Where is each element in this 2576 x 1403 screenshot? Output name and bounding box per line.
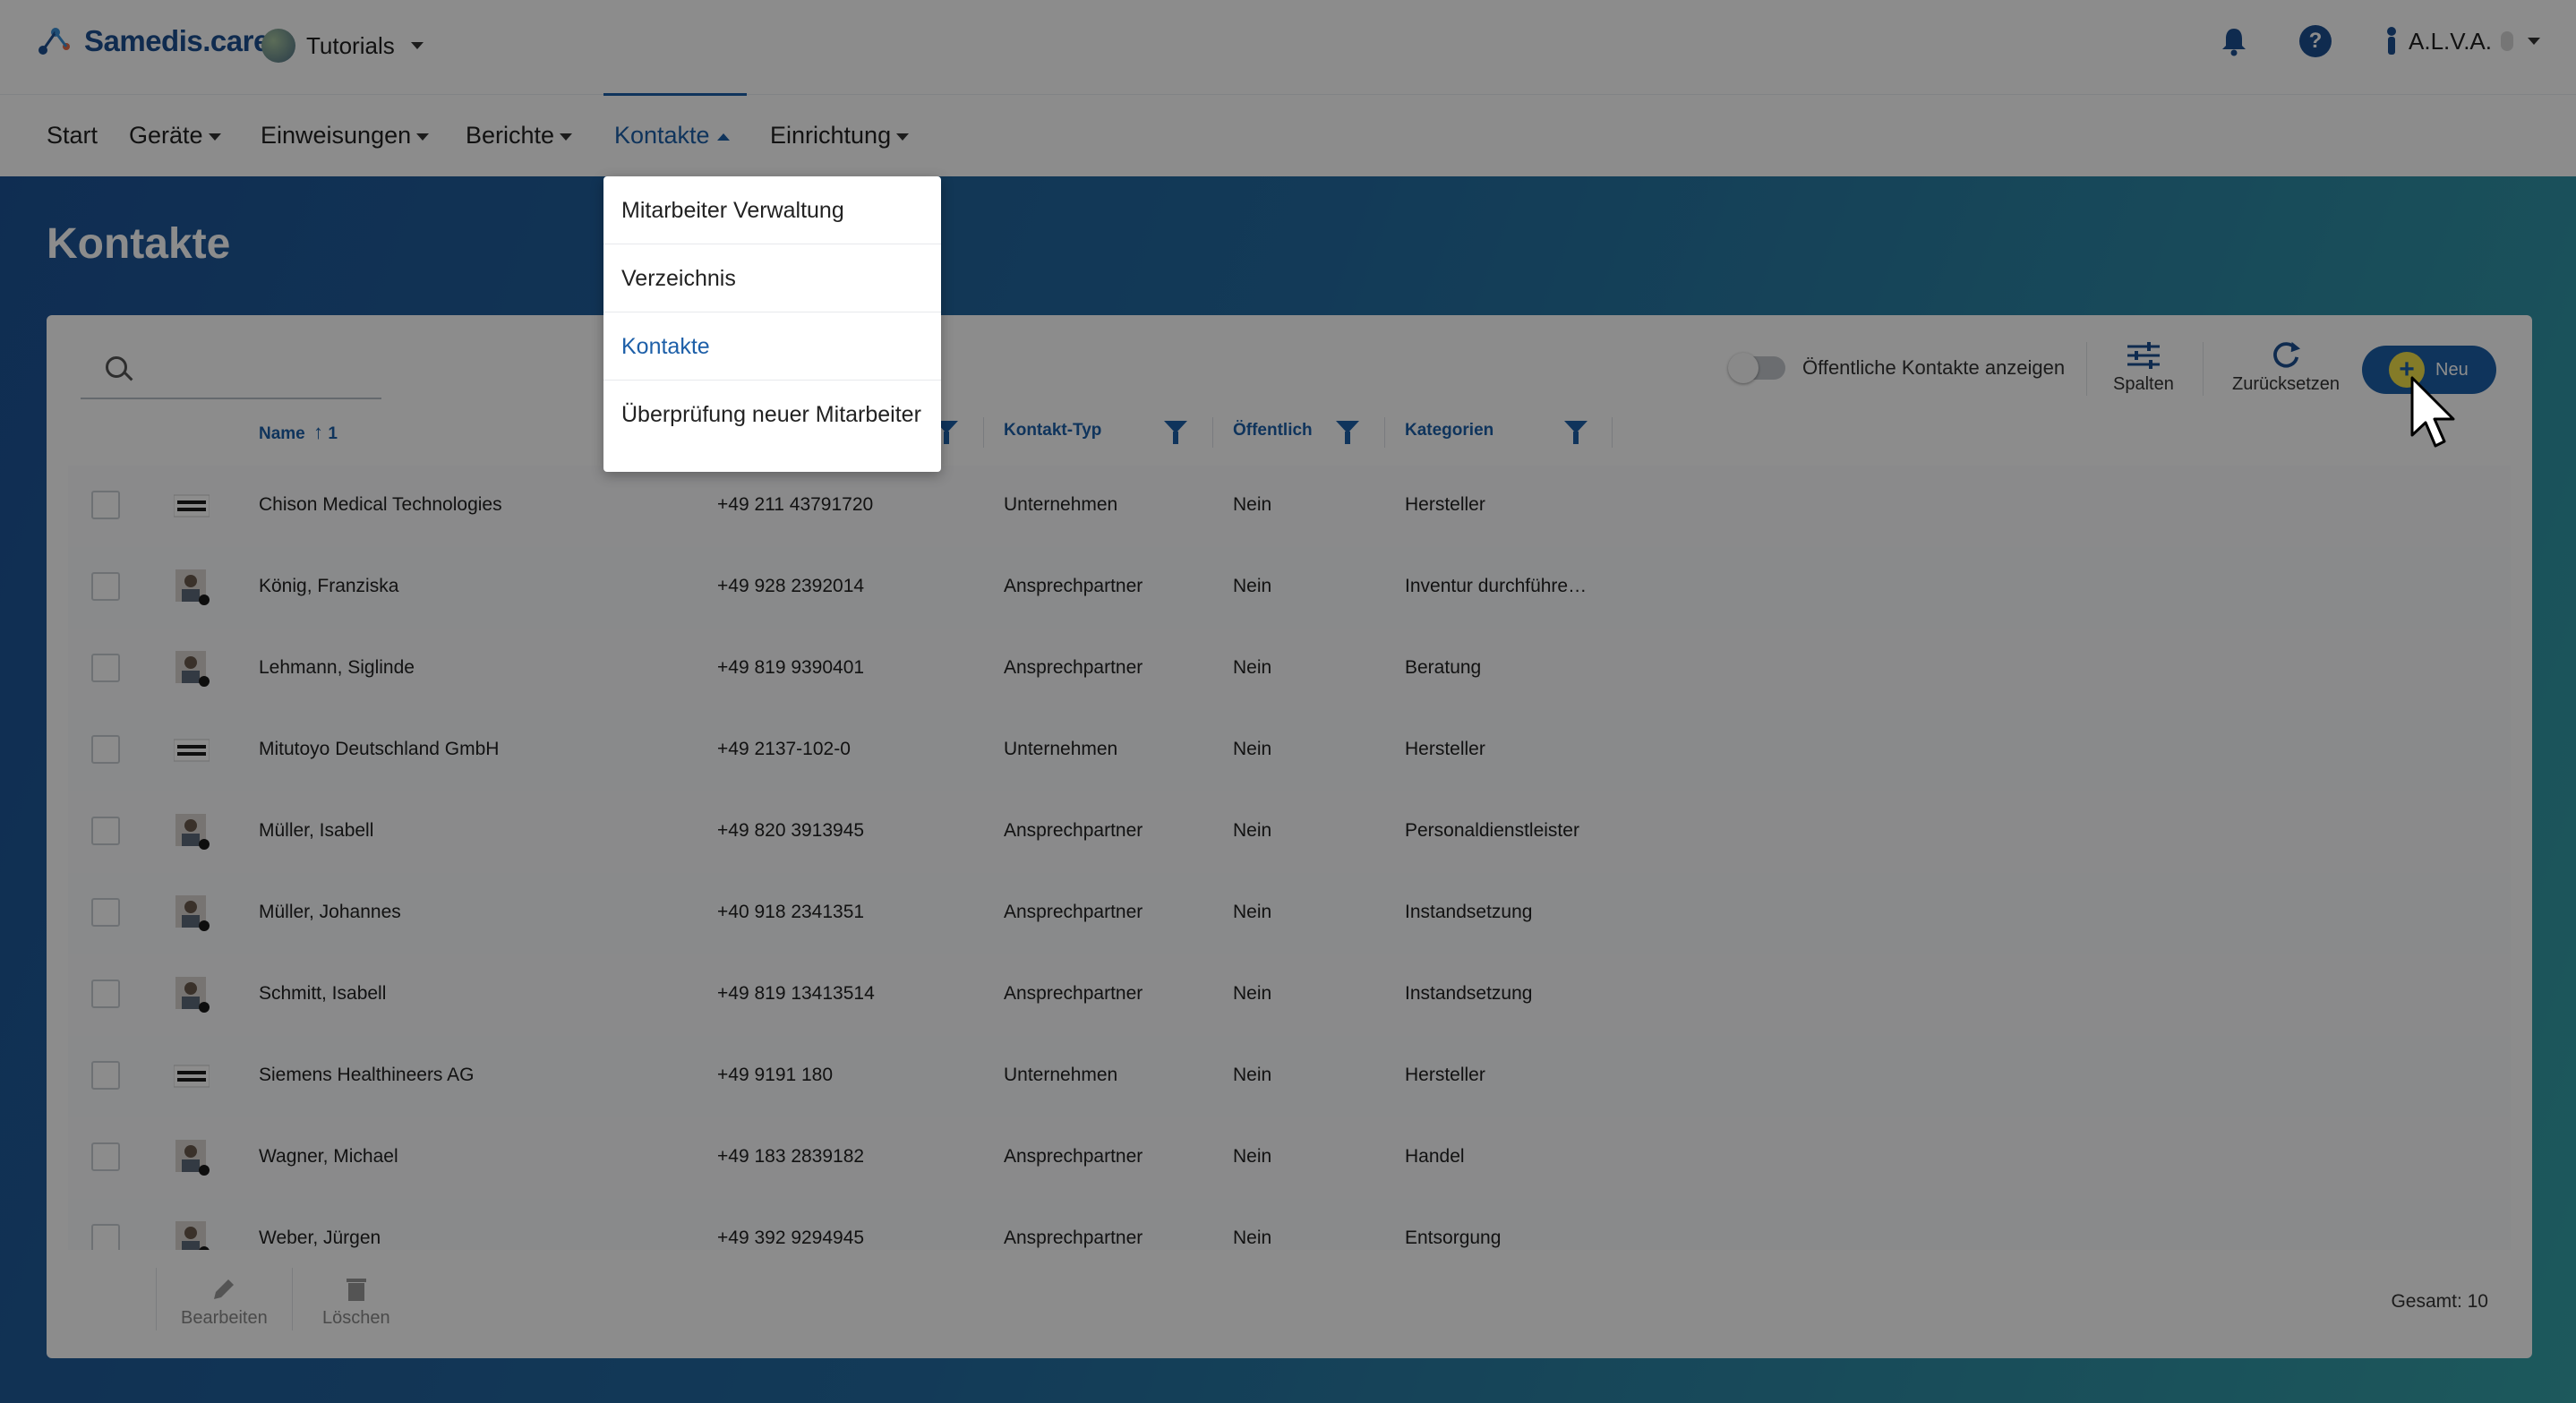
kontakte-dropdown-menu: Mitarbeiter Verwaltung Verzeichnis Konta…	[603, 176, 941, 472]
menu-backdrop[interactable]	[0, 0, 2576, 1403]
menu-item-kontakte[interactable]: Kontakte	[603, 312, 941, 381]
menu-item-mitarbeiter-verwaltung[interactable]: Mitarbeiter Verwaltung	[603, 176, 941, 244]
menu-item-verzeichnis[interactable]: Verzeichnis	[603, 244, 941, 312]
mouse-pointer-icon	[2410, 376, 2455, 448]
menu-item-ueberpruefung-neuer-mitarbeiter[interactable]: Überprüfung neuer Mitarbeiter	[603, 381, 941, 449]
